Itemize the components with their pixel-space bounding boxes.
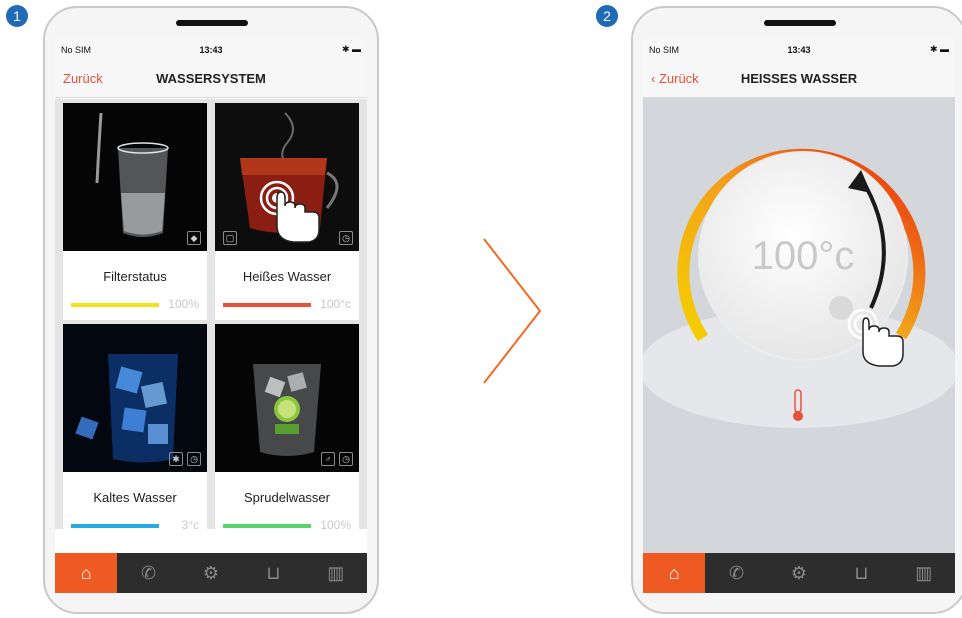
status-time: 13:43	[199, 45, 223, 55]
tile-label: Kaltes Wasser	[93, 490, 177, 505]
battery-icon: ✱ ▬	[341, 44, 361, 54]
tap-hand-icon	[259, 180, 320, 243]
ice-cubes-glass-image: ✱ ◷	[63, 324, 207, 472]
phone-frame-right: No SIM 13:43 ✱ ▬ ‹ Zurück HEISSES WASSER	[631, 6, 962, 614]
alarm-clock-icon: ◷	[339, 452, 353, 466]
step-badge-2: 2	[596, 5, 618, 27]
screen-wassersystem: No SIM 13:43 ✱ ▬ Zurück WASSERSYSTEM ◆ F…	[55, 39, 367, 593]
tab-bar: ⌂ ✆ ⚙ ⊔ ▥	[643, 553, 955, 593]
tab-settings[interactable]: ⚙	[180, 553, 242, 593]
next-step-arrow-icon	[483, 238, 542, 384]
tile-grid: ◆ Filterstatus 100% ▢ ◷ Heißes Wasser 10…	[55, 99, 367, 541]
level-progress-bar	[223, 524, 311, 528]
shopping-cart-icon: ⊔	[854, 562, 869, 583]
bar-chart-icon: ▥	[327, 562, 345, 583]
tile-value: 100%	[168, 297, 199, 311]
page-title: HEISSES WASSER	[740, 71, 858, 86]
filter-progress-bar	[71, 303, 159, 307]
temperature-progress-bar	[71, 524, 159, 528]
nav-bar: ‹ Zurück HEISSES WASSER	[643, 61, 955, 98]
lock-icon: ▢	[223, 231, 237, 245]
home-icon: ⌂	[668, 562, 680, 583]
bubbles-icon: ♂	[321, 452, 335, 466]
tab-settings[interactable]: ⚙	[768, 553, 830, 593]
tile-label: Sprudelwasser	[244, 490, 330, 505]
tile-sprudelwasser[interactable]: ♂ ◷ Sprudelwasser 100%	[215, 324, 359, 541]
shopping-cart-icon: ⊔	[266, 562, 281, 583]
page-title: WASSERSYSTEM	[156, 71, 266, 86]
sparkling-water-image: ♂ ◷	[215, 324, 359, 472]
bar-chart-icon: ▥	[915, 562, 933, 583]
tab-service[interactable]: ✆	[705, 553, 767, 593]
phone-speaker	[764, 20, 836, 26]
status-time: 13:43	[787, 45, 811, 55]
tab-service[interactable]: ✆	[117, 553, 179, 593]
phone-service-icon: ✆	[729, 562, 745, 583]
phone-speaker	[176, 20, 248, 26]
tab-statistics[interactable]: ▥	[305, 553, 367, 593]
tile-kaltes-wasser[interactable]: ✱ ◷ Kaltes Wasser 3°c	[63, 324, 207, 541]
settings-gear-icon: ⚙	[790, 562, 808, 583]
phone-frame-left: No SIM 13:43 ✱ ▬ Zurück WASSERSYSTEM ◆ F…	[43, 6, 379, 614]
battery-icon: ✱ ▬	[929, 44, 949, 54]
dial-area: 100°c	[643, 98, 955, 553]
temperature-readout: 100°c	[751, 234, 855, 278]
tile-value: 100%	[320, 518, 351, 532]
snowflake-icon: ✱	[169, 452, 183, 466]
nav-bar: Zurück WASSERSYSTEM	[55, 61, 367, 98]
screen-heisses-wasser: No SIM 13:43 ✱ ▬ ‹ Zurück HEISSES WASSER	[643, 39, 955, 593]
temperature-progress-bar	[223, 303, 311, 307]
tile-label: Filterstatus	[103, 269, 167, 284]
tile-filterstatus[interactable]: ◆ Filterstatus 100%	[63, 103, 207, 320]
phone-service-icon: ✆	[141, 562, 157, 583]
alarm-clock-icon: ◷	[339, 231, 353, 245]
tab-cart[interactable]: ⊔	[242, 553, 304, 593]
water-drop-icon: ◆	[187, 231, 201, 245]
glass-of-water-image: ◆	[63, 103, 207, 251]
tab-home[interactable]: ⌂	[643, 553, 706, 593]
step-badge-1: 1	[6, 5, 28, 27]
status-bar: No SIM 13:43 ✱ ▬	[55, 39, 367, 61]
settings-gear-icon: ⚙	[202, 562, 220, 583]
tab-cart[interactable]: ⊔	[830, 553, 892, 593]
tile-value: 3°c	[181, 518, 199, 532]
tile-value: 100°c	[320, 297, 351, 311]
temperature-dial[interactable]	[643, 98, 955, 552]
tab-bar: ⌂ ✆ ⚙ ⊔ ▥	[55, 553, 367, 593]
home-icon: ⌂	[80, 562, 92, 583]
tab-home[interactable]: ⌂	[55, 553, 118, 593]
status-bar: No SIM 13:43 ✱ ▬	[643, 39, 955, 61]
tab-statistics[interactable]: ▥	[893, 553, 955, 593]
alarm-clock-icon: ◷	[187, 452, 201, 466]
tile-label: Heißes Wasser	[242, 269, 332, 284]
